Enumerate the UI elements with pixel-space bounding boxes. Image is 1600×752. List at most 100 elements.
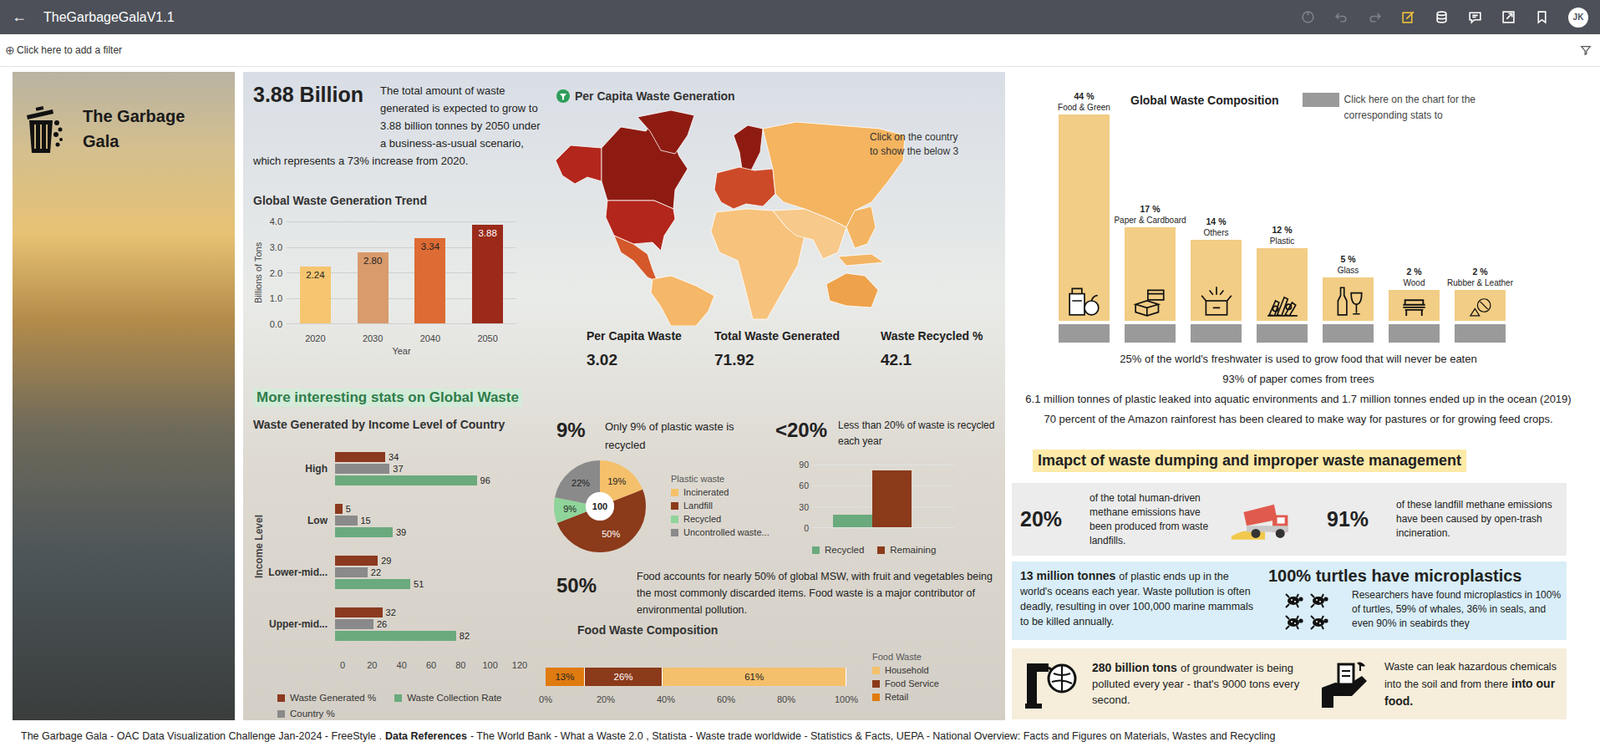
bar-row: 37	[335, 463, 513, 474]
donut-segment[interactable]	[569, 476, 630, 537]
filter-prompt[interactable]: Click here to add a filter	[16, 44, 122, 56]
bar-value: 2 %	[1406, 266, 1422, 278]
waste-category-icon	[1330, 283, 1367, 319]
map-region[interactable]	[614, 235, 658, 282]
map-region[interactable]	[733, 125, 763, 171]
legend-item: Recycled	[812, 543, 864, 557]
bar[interactable]	[335, 475, 478, 486]
composition-column[interactable]: 2 %Rubber & Leather	[1454, 266, 1506, 343]
bar[interactable]	[335, 579, 411, 590]
donut-segment[interactable]	[569, 476, 630, 537]
add-filter-icon[interactable]: ⊕	[5, 43, 16, 57]
bar-segment[interactable]: 61%	[662, 667, 847, 686]
bar-segment[interactable]: 13%	[545, 667, 585, 686]
bar[interactable]	[335, 515, 358, 526]
bar[interactable]: 2.24	[299, 266, 331, 324]
bar[interactable]	[1058, 114, 1110, 321]
bar[interactable]	[1388, 289, 1440, 321]
bar[interactable]	[1454, 289, 1506, 321]
recycling-chart: 9060300	[793, 464, 996, 534]
composition-column[interactable]: 14 %Others	[1190, 216, 1242, 343]
toolbar-action-icon	[1501, 10, 1516, 25]
stacked-bar: 13%26%61%	[545, 667, 847, 686]
toolbar-action-icon	[1434, 10, 1449, 25]
map-region[interactable]	[714, 167, 776, 209]
legend-swatch	[670, 528, 679, 537]
trash-can-icon	[22, 101, 65, 156]
composition-column[interactable]: 2 %Wood	[1388, 266, 1440, 343]
bar[interactable]	[1190, 239, 1242, 321]
bar[interactable]	[335, 527, 393, 538]
map-region[interactable]	[838, 206, 884, 266]
axis-tick: 60%	[716, 694, 736, 705]
map-region[interactable]	[650, 275, 715, 326]
bar-label: 34	[388, 452, 399, 463]
axis-tick: 120	[512, 660, 528, 671]
map-region[interactable]	[605, 200, 676, 251]
bar[interactable]	[1256, 248, 1308, 321]
bar-row: 82	[335, 630, 513, 641]
bar[interactable]	[1322, 277, 1374, 321]
bar[interactable]	[335, 555, 378, 566]
toolbar-button[interactable]	[1466, 9, 1484, 26]
bar[interactable]	[872, 470, 912, 528]
bar-row: 22	[335, 567, 513, 578]
bar[interactable]	[335, 463, 390, 474]
toolbar-button[interactable]	[1499, 9, 1517, 26]
waste-category-icon	[1401, 292, 1428, 319]
bar[interactable]: 2.80	[357, 252, 389, 324]
back-button[interactable]: ←	[6, 8, 32, 26]
stat-button[interactable]	[1190, 324, 1242, 343]
user-avatar[interactable]: JK	[1568, 7, 1589, 28]
legend-item: Waste Generated %	[277, 691, 376, 705]
bar[interactable]: 3.34	[414, 238, 446, 324]
filter-badge-icon	[556, 89, 570, 103]
legend-label: Incinerated	[683, 485, 729, 499]
map-region[interactable]	[555, 145, 602, 184]
axis-tick: 0.0	[269, 318, 283, 331]
bar-row: 29	[335, 555, 513, 566]
bar[interactable]	[335, 630, 457, 641]
toolbar-button[interactable]	[1399, 9, 1417, 26]
stat-button[interactable]	[1256, 324, 1308, 343]
stat-header: 9%Only 9% of plastic waste is recycled	[556, 417, 776, 455]
stat-button[interactable]	[1124, 324, 1176, 343]
stat-button[interactable]	[1454, 324, 1506, 343]
bar[interactable]	[1124, 227, 1176, 321]
composition-column[interactable]: 44 %Food & Green	[1058, 91, 1110, 343]
axis-tick: 20	[366, 660, 377, 671]
composition-column[interactable]: 5 %Glass	[1322, 253, 1374, 343]
plot-area: High343796Low51539Lower-mid...292251Uppe…	[268, 442, 513, 651]
toolbar-button[interactable]	[1533, 9, 1550, 26]
legend-label: Food Service	[884, 676, 940, 691]
composition-column[interactable]: 12 %Plastic	[1256, 224, 1308, 343]
stat-button[interactable]	[1058, 324, 1110, 343]
donut-segment[interactable]	[569, 476, 630, 537]
bar[interactable]	[335, 452, 386, 463]
stat-title: 100% turtles have microplastics	[1268, 564, 1567, 587]
bar-value: 17 %	[1140, 203, 1161, 215]
bar[interactable]	[833, 514, 873, 528]
stat-button[interactable]	[1388, 324, 1440, 343]
hazard-hand-icon	[1318, 659, 1372, 710]
bar[interactable]	[335, 619, 374, 630]
bar[interactable]	[335, 607, 383, 618]
bar[interactable]: 3.88	[472, 224, 503, 324]
stat-button[interactable]	[1322, 324, 1374, 343]
filter-bar[interactable]: ⊕Click here to add a filter	[0, 34, 1600, 67]
toolbar-action-icon	[1467, 10, 1483, 25]
bar-segment[interactable]: 26%	[584, 667, 664, 686]
bar[interactable]	[335, 503, 343, 514]
toolbar-button[interactable]	[1432, 9, 1450, 26]
toolbar-button	[1366, 9, 1383, 26]
bar-label: Others	[1203, 227, 1229, 239]
category-label: High	[268, 462, 336, 475]
toolbar-action-icon	[1334, 10, 1349, 25]
map-region[interactable]	[826, 273, 879, 308]
donut-segment[interactable]	[569, 476, 630, 537]
bar[interactable]	[335, 567, 368, 578]
bar-label: 39	[396, 527, 407, 538]
map-region[interactable]	[637, 110, 695, 154]
map-region[interactable]	[772, 208, 847, 260]
composition-column[interactable]: 17 %Paper & Cardboard	[1124, 203, 1176, 343]
